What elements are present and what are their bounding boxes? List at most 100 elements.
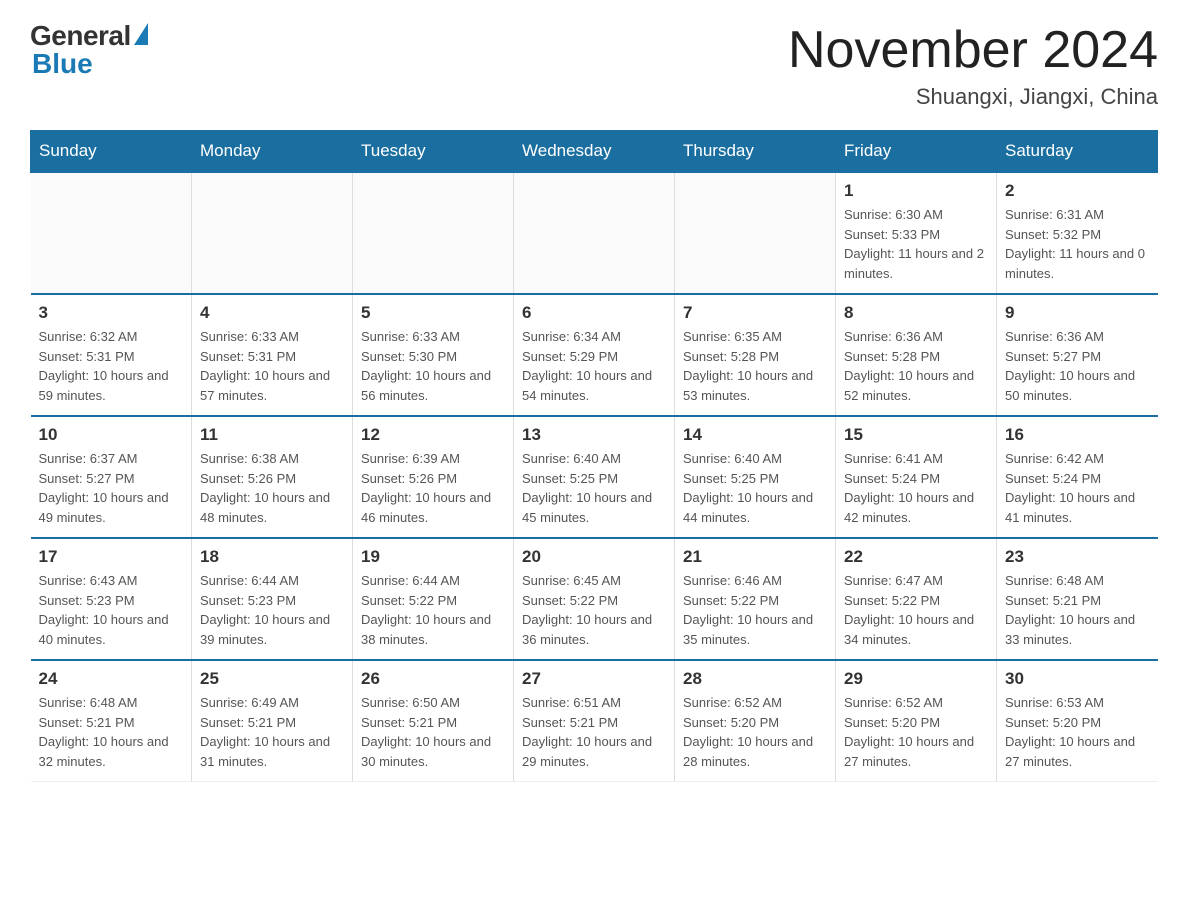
day-number: 19 [361, 547, 505, 567]
day-number: 21 [683, 547, 827, 567]
day-info: Sunrise: 6:52 AMSunset: 5:20 PMDaylight:… [683, 693, 827, 771]
day-number: 28 [683, 669, 827, 689]
calendar-cell: 4Sunrise: 6:33 AMSunset: 5:31 PMDaylight… [192, 294, 353, 416]
day-number: 27 [522, 669, 666, 689]
logo-blue-text: Blue [32, 48, 93, 80]
calendar-cell: 25 Sunrise: 6:49 AMSunset: 5:21 PMDayligh… [192, 660, 353, 782]
calendar-cell [192, 172, 353, 294]
calendar-cell: 15 Sunrise: 6:41 AMSunset: 5:24 PMDayligh… [836, 416, 997, 538]
calendar-cell: 19Sunrise: 6:44 AMSunset: 5:22 PMDayligh… [353, 538, 514, 660]
calendar-cell: 13 Sunrise: 6:40 AMSunset: 5:25 PMDayligh… [514, 416, 675, 538]
day-info: Sunrise: 6:36 AMSunset: 5:27 PMDaylight:… [1005, 327, 1150, 405]
calendar-cell: 14 Sunrise: 6:40 AMSunset: 5:25 PMDayligh… [675, 416, 836, 538]
calendar-cell [353, 172, 514, 294]
calendar-cell: 21 Sunrise: 6:46 AMSunset: 5:22 PMDayligh… [675, 538, 836, 660]
day-number: 10 [39, 425, 184, 445]
day-info: Sunrise: 6:36 AMSunset: 5:28 PMDaylight:… [844, 327, 988, 405]
calendar-cell: 11 Sunrise: 6:38 AMSunset: 5:26 PMDayligh… [192, 416, 353, 538]
calendar-cell: 27 Sunrise: 6:51 AMSunset: 5:21 PMDayligh… [514, 660, 675, 782]
calendar-cell: 2 Sunrise: 6:31 AMSunset: 5:32 PMDaylight… [997, 172, 1158, 294]
calendar-cell: 10 Sunrise: 6:37 AMSunset: 5:27 PMDayligh… [31, 416, 192, 538]
day-number: 13 [522, 425, 666, 445]
day-number: 11 [200, 425, 344, 445]
day-info: Sunrise: 6:47 AMSunset: 5:22 PMDaylight:… [844, 571, 988, 649]
day-info: Sunrise: 6:40 AMSunset: 5:25 PMDaylight:… [522, 449, 666, 527]
day-info: Sunrise: 6:32 AMSunset: 5:31 PMDaylight:… [39, 327, 184, 405]
day-number: 30 [1005, 669, 1150, 689]
weekday-header-saturday: Saturday [997, 131, 1158, 173]
day-info: Sunrise: 6:49 AMSunset: 5:21 PMDaylight:… [200, 693, 344, 771]
day-number: 14 [683, 425, 827, 445]
day-number: 20 [522, 547, 666, 567]
calendar-cell: 30 Sunrise: 6:53 AMSunset: 5:20 PMDayligh… [997, 660, 1158, 782]
day-number: 17 [39, 547, 184, 567]
calendar-cell: 9 Sunrise: 6:36 AMSunset: 5:27 PMDaylight… [997, 294, 1158, 416]
day-number: 7 [683, 303, 827, 323]
day-info: Sunrise: 6:45 AMSunset: 5:22 PMDaylight:… [522, 571, 666, 649]
calendar-cell: 22 Sunrise: 6:47 AMSunset: 5:22 PMDayligh… [836, 538, 997, 660]
day-info: Sunrise: 6:53 AMSunset: 5:20 PMDaylight:… [1005, 693, 1150, 771]
title-block: November 2024 Shuangxi, Jiangxi, China [788, 20, 1158, 110]
weekday-header-thursday: Thursday [675, 131, 836, 173]
calendar-cell: 18 Sunrise: 6:44 AMSunset: 5:23 PMDayligh… [192, 538, 353, 660]
day-number: 18 [200, 547, 344, 567]
day-number: 29 [844, 669, 988, 689]
calendar-cell: 20 Sunrise: 6:45 AMSunset: 5:22 PMDayligh… [514, 538, 675, 660]
calendar-cell: 12Sunrise: 6:39 AMSunset: 5:26 PMDayligh… [353, 416, 514, 538]
day-number: 8 [844, 303, 988, 323]
calendar-cell: 8 Sunrise: 6:36 AMSunset: 5:28 PMDaylight… [836, 294, 997, 416]
calendar-cell: 16 Sunrise: 6:42 AMSunset: 5:24 PMDayligh… [997, 416, 1158, 538]
weekday-header-wednesday: Wednesday [514, 131, 675, 173]
calendar-week-3: 10 Sunrise: 6:37 AMSunset: 5:27 PMDayligh… [31, 416, 1158, 538]
day-number: 16 [1005, 425, 1150, 445]
day-info: Sunrise: 6:50 AMSunset: 5:21 PMDaylight:… [361, 693, 505, 771]
day-number: 6 [522, 303, 666, 323]
day-info: Sunrise: 6:48 AMSunset: 5:21 PMDaylight:… [39, 693, 184, 771]
day-info: Sunrise: 6:37 AMSunset: 5:27 PMDaylight:… [39, 449, 184, 527]
day-info: Sunrise: 6:51 AMSunset: 5:21 PMDaylight:… [522, 693, 666, 771]
day-number: 1 [844, 181, 988, 201]
day-number: 2 [1005, 181, 1150, 201]
page-header: General Blue November 2024 Shuangxi, Jia… [30, 20, 1158, 110]
day-info: Sunrise: 6:46 AMSunset: 5:22 PMDaylight:… [683, 571, 827, 649]
calendar-cell: 23Sunrise: 6:48 AMSunset: 5:21 PMDayligh… [997, 538, 1158, 660]
logo: General Blue [30, 20, 148, 80]
calendar-cell: 29Sunrise: 6:52 AMSunset: 5:20 PMDayligh… [836, 660, 997, 782]
calendar-cell: 7Sunrise: 6:35 AMSunset: 5:28 PMDaylight… [675, 294, 836, 416]
day-number: 3 [39, 303, 184, 323]
day-number: 24 [39, 669, 184, 689]
weekday-header-monday: Monday [192, 131, 353, 173]
location-title: Shuangxi, Jiangxi, China [788, 84, 1158, 110]
calendar-week-4: 17 Sunrise: 6:43 AMSunset: 5:23 PMDayligh… [31, 538, 1158, 660]
day-info: Sunrise: 6:44 AMSunset: 5:23 PMDaylight:… [200, 571, 344, 649]
weekday-header-row: SundayMondayTuesdayWednesdayThursdayFrid… [31, 131, 1158, 173]
calendar-table: SundayMondayTuesdayWednesdayThursdayFrid… [30, 130, 1158, 782]
day-info: Sunrise: 6:30 AMSunset: 5:33 PMDaylight:… [844, 205, 988, 283]
day-info: Sunrise: 6:38 AMSunset: 5:26 PMDaylight:… [200, 449, 344, 527]
day-number: 22 [844, 547, 988, 567]
day-info: Sunrise: 6:48 AMSunset: 5:21 PMDaylight:… [1005, 571, 1150, 649]
month-title: November 2024 [788, 20, 1158, 80]
calendar-week-2: 3 Sunrise: 6:32 AMSunset: 5:31 PMDaylight… [31, 294, 1158, 416]
calendar-week-5: 24 Sunrise: 6:48 AMSunset: 5:21 PMDayligh… [31, 660, 1158, 782]
day-number: 5 [361, 303, 505, 323]
calendar-cell: 24 Sunrise: 6:48 AMSunset: 5:21 PMDayligh… [31, 660, 192, 782]
calendar-cell [675, 172, 836, 294]
calendar-cell [31, 172, 192, 294]
day-number: 15 [844, 425, 988, 445]
weekday-header-tuesday: Tuesday [353, 131, 514, 173]
day-info: Sunrise: 6:31 AMSunset: 5:32 PMDaylight:… [1005, 205, 1150, 283]
calendar-cell: 17 Sunrise: 6:43 AMSunset: 5:23 PMDayligh… [31, 538, 192, 660]
day-info: Sunrise: 6:40 AMSunset: 5:25 PMDaylight:… [683, 449, 827, 527]
weekday-header-sunday: Sunday [31, 131, 192, 173]
weekday-header-friday: Friday [836, 131, 997, 173]
day-info: Sunrise: 6:33 AMSunset: 5:30 PMDaylight:… [361, 327, 505, 405]
day-info: Sunrise: 6:42 AMSunset: 5:24 PMDaylight:… [1005, 449, 1150, 527]
day-number: 9 [1005, 303, 1150, 323]
day-number: 12 [361, 425, 505, 445]
day-info: Sunrise: 6:33 AMSunset: 5:31 PMDaylight:… [200, 327, 344, 405]
day-info: Sunrise: 6:43 AMSunset: 5:23 PMDaylight:… [39, 571, 184, 649]
calendar-cell: 1 Sunrise: 6:30 AMSunset: 5:33 PMDaylight… [836, 172, 997, 294]
day-number: 25 [200, 669, 344, 689]
day-info: Sunrise: 6:41 AMSunset: 5:24 PMDaylight:… [844, 449, 988, 527]
